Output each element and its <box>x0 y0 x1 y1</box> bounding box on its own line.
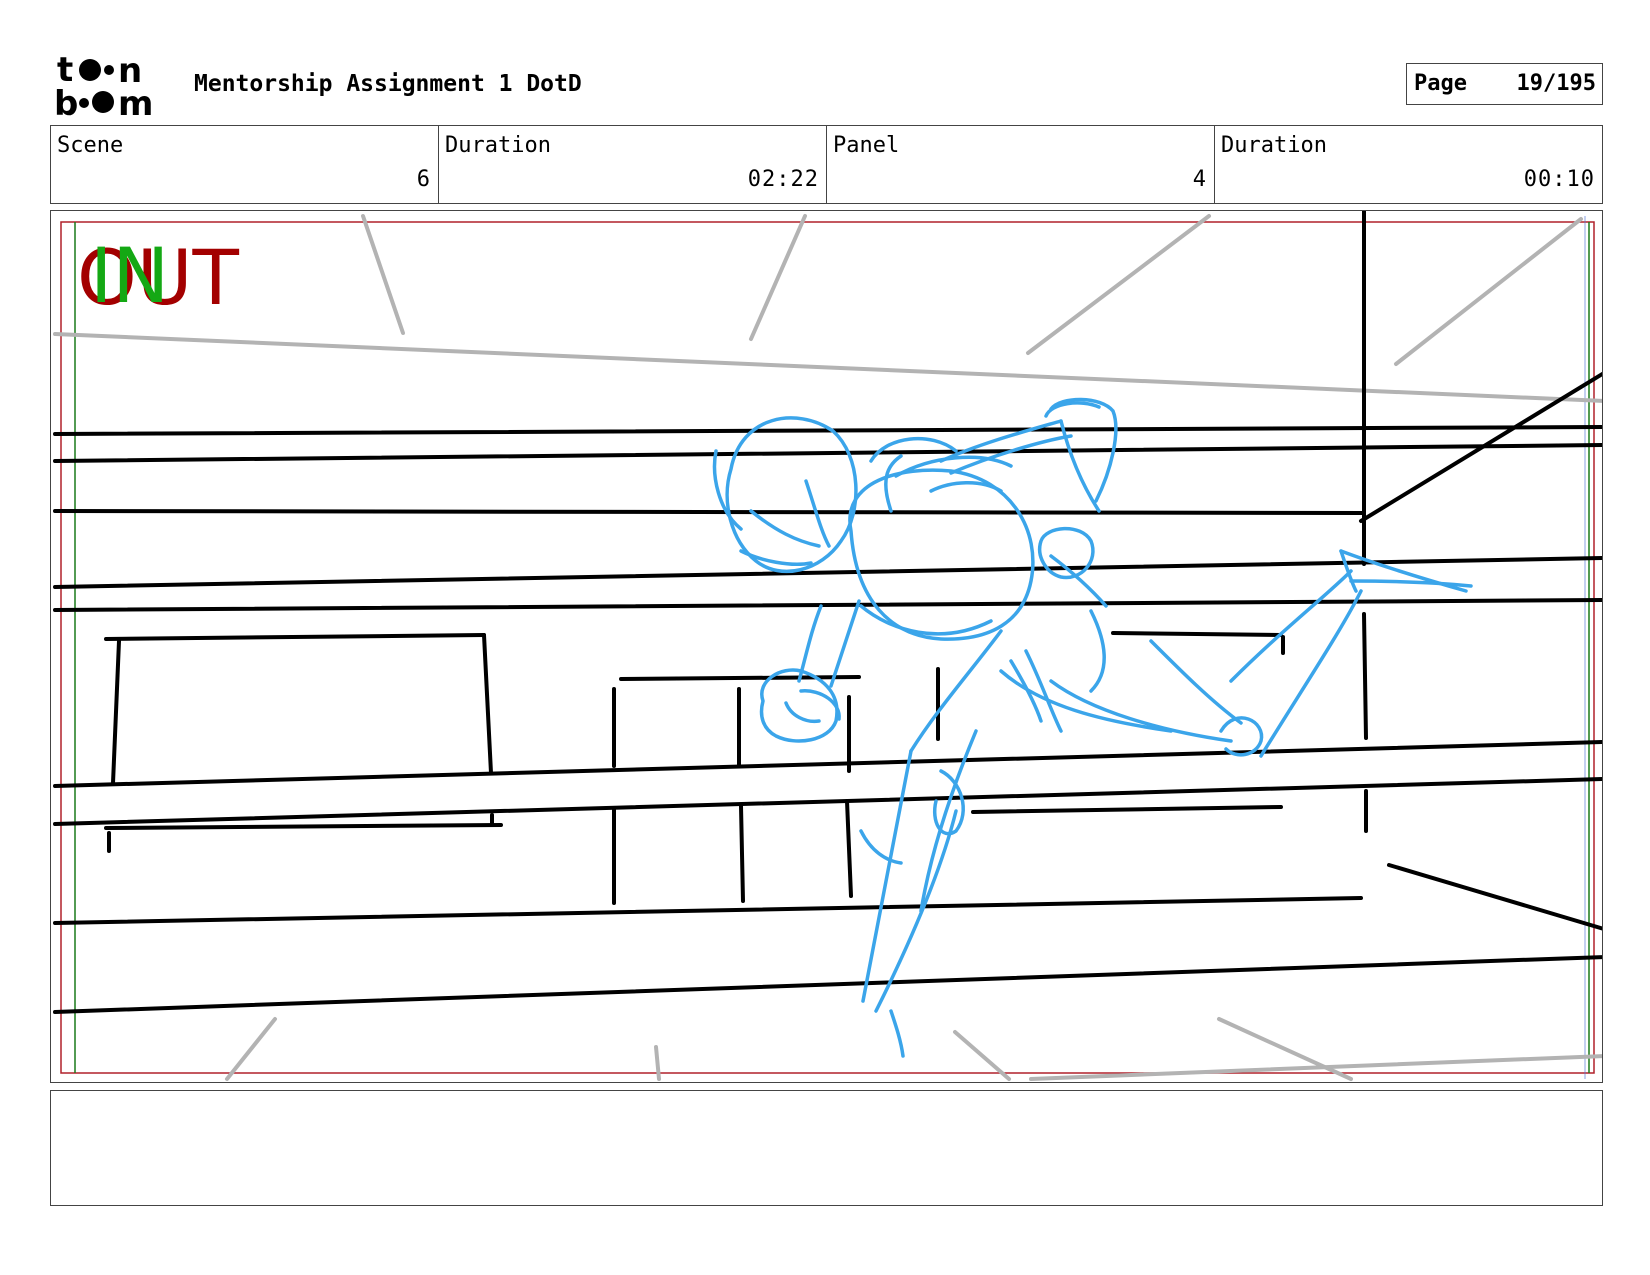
panel-value: 4 <box>1192 167 1207 192</box>
svg-text:m: m <box>118 84 153 118</box>
character-sketch <box>712 397 1473 1058</box>
storyboard-panel: OUT IN <box>50 210 1603 1083</box>
speed-lines <box>53 214 1602 1081</box>
panel-info-table: Scene 6 Duration 02:22 Panel 4 Duration … <box>50 125 1603 204</box>
panel-drawing: OUT IN <box>53 211 1602 1081</box>
scene-cell: Scene 6 <box>51 126 439 203</box>
scene-duration-label: Duration <box>445 133 551 158</box>
scene-value: 6 <box>416 167 431 192</box>
page-number: 19/195 <box>1516 71 1596 96</box>
scene-label: Scene <box>57 133 124 158</box>
panel-label: Panel <box>833 133 900 158</box>
toon-boom-logo: t n b m <box>54 52 153 118</box>
page-label: Page <box>1414 71 1467 96</box>
svg-text:b: b <box>54 84 78 118</box>
panel-cell: Panel 4 <box>827 126 1215 203</box>
panel-duration-cell: Duration 00:10 <box>1215 126 1602 203</box>
background-lines <box>53 211 1602 1014</box>
scene-duration-cell: Duration 02:22 <box>439 126 827 203</box>
in-mark: IN <box>90 231 169 320</box>
panel-duration-label: Duration <box>1221 133 1327 158</box>
document-title: Mentorship Assignment 1 DotD <box>194 71 582 97</box>
scene-duration-value: 02:22 <box>747 167 819 192</box>
panel-notes-box <box>50 1090 1603 1206</box>
page-indicator: Page 19/195 <box>1406 63 1603 105</box>
panel-duration-value: 00:10 <box>1523 167 1595 192</box>
